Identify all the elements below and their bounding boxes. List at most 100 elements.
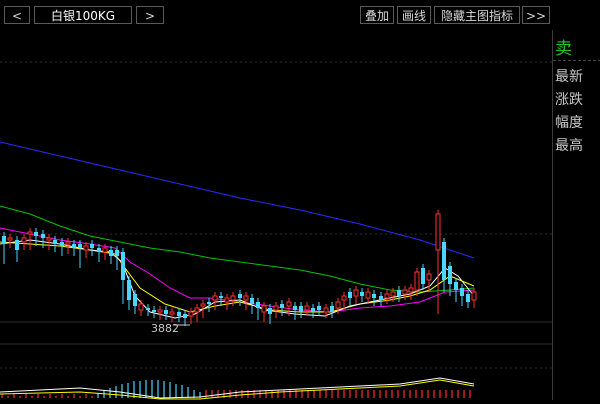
candle-body	[60, 242, 64, 246]
candle-body	[219, 296, 223, 298]
candle-body	[169, 311, 175, 315]
grid-lines	[0, 61, 552, 369]
candle-body	[390, 291, 396, 297]
candle-body	[426, 273, 432, 281]
prev-symbol-button[interactable]: <	[4, 6, 30, 24]
candle-body	[243, 295, 249, 301]
hide-main-indicator-button[interactable]: 隐藏主图指标	[434, 6, 520, 24]
candle-body	[460, 288, 464, 296]
candle-body	[188, 311, 194, 317]
candle-body	[335, 301, 341, 309]
candle-body	[317, 306, 321, 310]
candle-body	[304, 305, 310, 311]
candle-body	[273, 305, 279, 311]
candle-body	[34, 232, 38, 236]
macd-dea-line	[0, 379, 475, 400]
candle-body	[238, 294, 242, 298]
latest-price-label: 最新	[555, 69, 583, 85]
candle-body	[157, 309, 163, 313]
candle-body	[402, 289, 408, 295]
candle-body	[138, 303, 144, 311]
candle-body	[164, 310, 168, 314]
candle-body	[384, 293, 390, 299]
candle-body	[330, 306, 334, 312]
ma5-line	[0, 239, 475, 319]
quote-side-panel: 卖 最新 涨跌 幅度 最高	[552, 30, 600, 400]
candle-body	[2, 236, 6, 244]
candle-body	[15, 240, 19, 250]
expand-panel-button[interactable]: >>	[522, 6, 550, 24]
candle-body	[152, 310, 156, 312]
candle-body	[365, 291, 371, 299]
candle-body	[421, 268, 425, 284]
candle-body	[7, 237, 13, 241]
candle-body	[466, 294, 470, 302]
candle-body	[65, 241, 71, 245]
candle-body	[372, 294, 376, 298]
change-label: 涨跌	[555, 92, 583, 108]
candle-body	[261, 305, 267, 313]
candle-body	[194, 307, 200, 313]
symbol-name[interactable]: 白银100KG	[34, 6, 132, 24]
candle-body	[286, 301, 292, 307]
sell-label[interactable]: 卖	[555, 34, 572, 59]
candle-body	[250, 298, 254, 304]
candle-body	[379, 296, 383, 300]
candle-body	[299, 306, 303, 312]
overlay-button[interactable]: 叠加	[360, 6, 394, 24]
candle-body	[115, 250, 119, 256]
candle-body	[268, 308, 272, 314]
candle-body	[341, 295, 347, 301]
change-percent-label: 幅度	[555, 115, 583, 131]
candle-body	[311, 308, 315, 312]
ma30-line	[0, 227, 475, 313]
candle-body	[280, 304, 284, 308]
candle-body	[83, 245, 89, 251]
candle-body	[471, 291, 477, 301]
candle-body	[27, 231, 33, 235]
next-symbol-button[interactable]: >	[136, 6, 164, 24]
candle-body	[121, 252, 125, 280]
candle-body	[224, 297, 230, 303]
candle-body	[102, 247, 108, 253]
divider	[553, 60, 600, 61]
candle-body	[435, 213, 441, 251]
ma120-line	[0, 141, 475, 259]
candle-body	[72, 244, 76, 248]
candle-body	[448, 266, 452, 284]
candle-body	[183, 314, 187, 318]
kline-svg: 3882	[0, 61, 552, 400]
candle-body	[53, 240, 57, 244]
candle-body	[78, 244, 82, 248]
candle-body	[21, 237, 27, 243]
candle-body	[146, 308, 150, 310]
candle-body	[442, 242, 446, 280]
candle-body	[360, 292, 364, 296]
draw-line-button[interactable]: 画线	[397, 6, 431, 24]
candle-body	[212, 295, 218, 301]
candle-body	[454, 282, 458, 290]
low-price-annotation: 3882	[151, 322, 179, 335]
ma60-line	[0, 205, 475, 293]
candle-body	[207, 302, 211, 304]
candle-body	[133, 294, 137, 306]
candle-body	[177, 312, 181, 316]
candle-body	[46, 237, 52, 241]
candle-body	[200, 303, 206, 307]
chart-toolbar: < 白银100KG > 叠加 画线 隐藏主图指标 >>	[0, 0, 552, 30]
candle-body	[90, 244, 94, 248]
candle-body	[109, 250, 113, 256]
candle-body	[41, 234, 45, 238]
candle-body	[414, 271, 420, 291]
candle-body	[353, 289, 359, 297]
high-price-label: 最高	[555, 138, 583, 154]
kline-chart[interactable]: 3882	[0, 30, 552, 400]
candle-body	[127, 280, 131, 300]
candlestick-series	[2, 210, 477, 326]
candle-body	[256, 302, 260, 308]
candle-body	[230, 295, 236, 301]
candle-body	[397, 290, 401, 296]
candle-body	[323, 307, 329, 313]
candle-body	[408, 287, 414, 293]
candle-body	[97, 248, 101, 252]
